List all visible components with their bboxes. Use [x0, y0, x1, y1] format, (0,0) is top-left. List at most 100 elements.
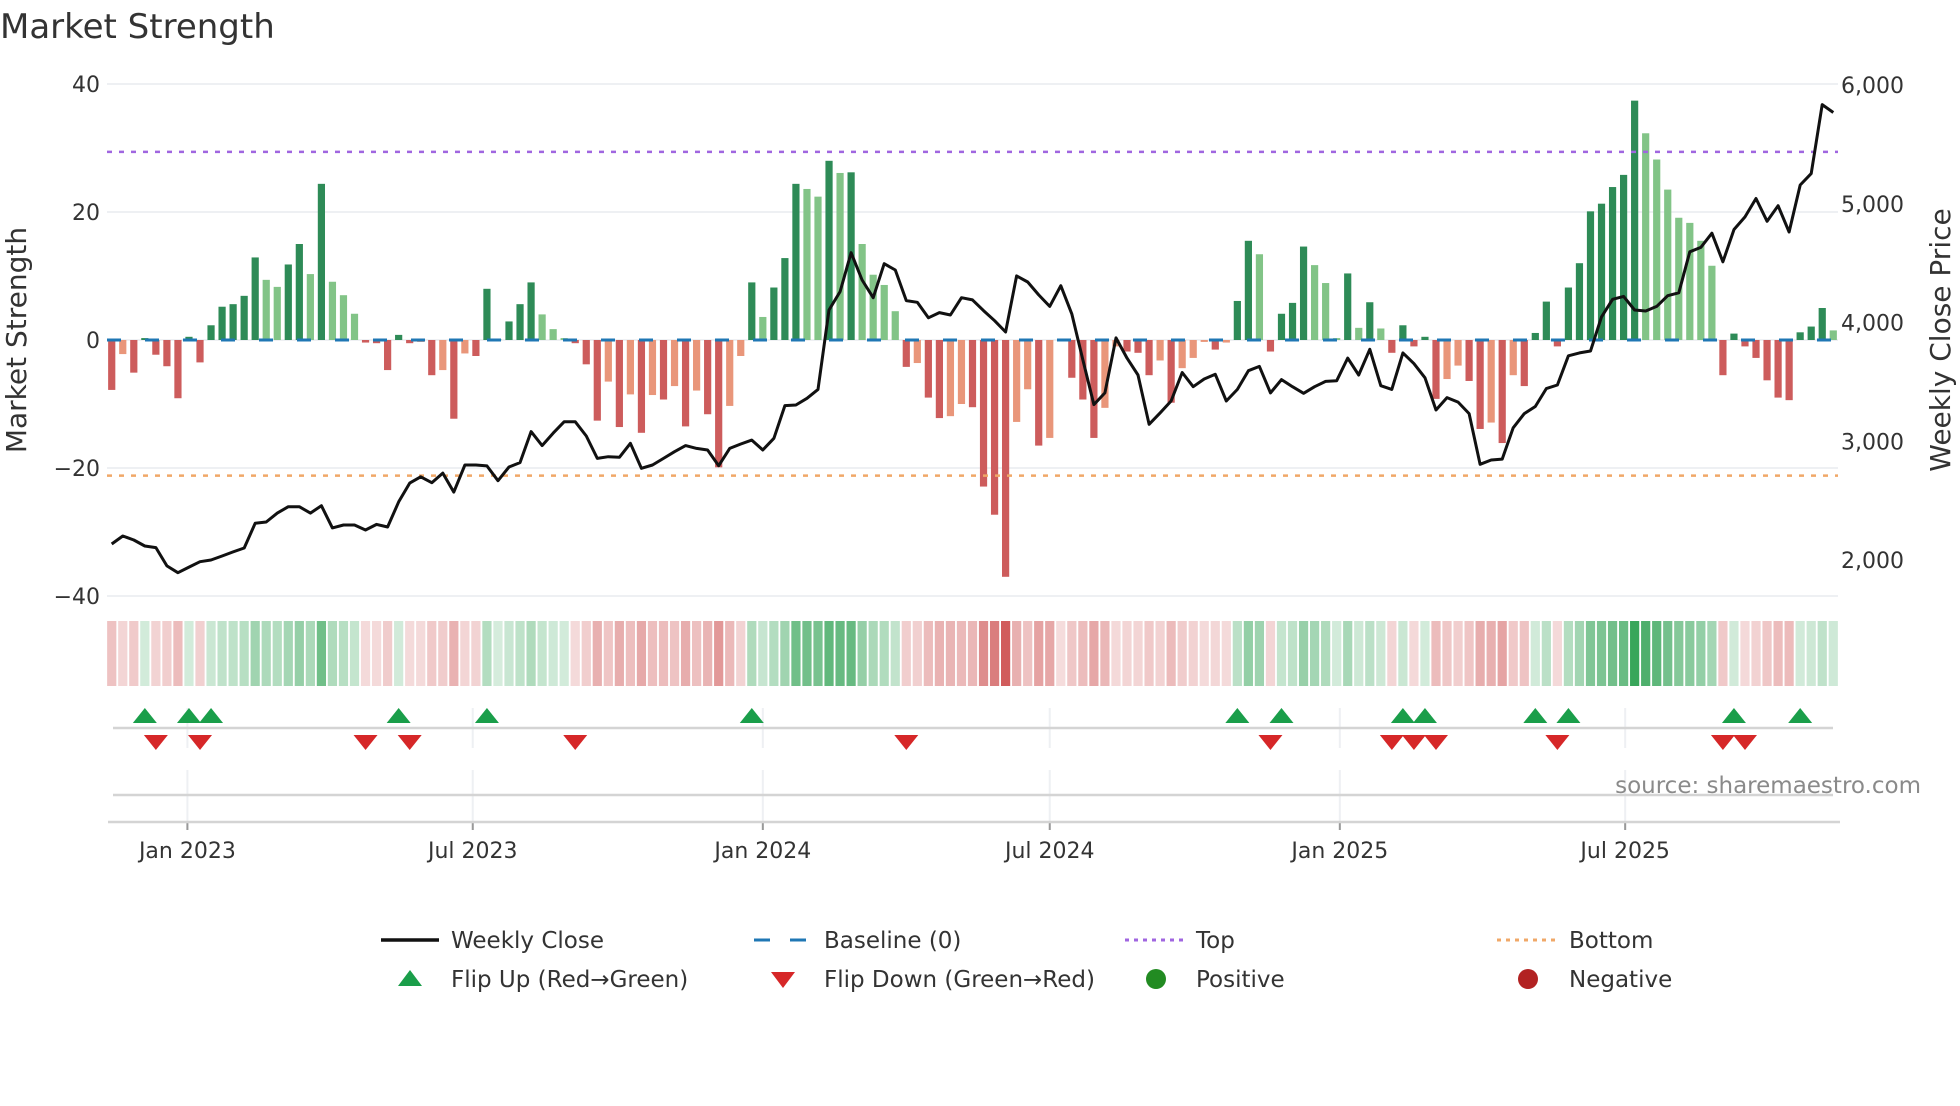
- heat-cell: [614, 621, 624, 686]
- heat-cell: [636, 621, 647, 686]
- left-tick-label: 40: [72, 73, 100, 98]
- flip-up-marker: [1390, 708, 1415, 723]
- heat-cell: [1585, 621, 1596, 686]
- heat-cell: [327, 621, 338, 686]
- strength-bar: [361, 340, 370, 343]
- left-tick-label: 0: [86, 329, 100, 354]
- flip-up-marker: [1556, 708, 1581, 723]
- heat-cell: [1497, 621, 1507, 686]
- heat-cell: [967, 621, 978, 686]
- legend-label: Flip Up (Red→Green): [451, 967, 688, 993]
- strength-bar: [1465, 340, 1473, 381]
- heat-cell: [1431, 621, 1441, 686]
- right-tick-label: 4,000: [1841, 312, 1904, 337]
- strength-bar: [1575, 263, 1584, 340]
- strength-bar: [207, 325, 215, 340]
- heat-cell: [1387, 621, 1397, 686]
- strength-bar: [1608, 187, 1617, 340]
- strength-bar: [715, 340, 723, 468]
- heat-cell: [1475, 621, 1485, 686]
- left-axis: 40 20 0 −20 −40: [54, 73, 100, 610]
- heat-cell: [813, 621, 823, 686]
- left-axis-title: Market Strength: [0, 227, 33, 453]
- strength-bar: [1200, 340, 1208, 342]
- heat-cell: [140, 621, 150, 686]
- circle-icon: [1518, 969, 1538, 989]
- x-axis: Jan 2023 Jul 2023 Jan 2024 Jul 2024 Jan 2025…: [108, 770, 1840, 864]
- strength-bar: [1708, 265, 1716, 340]
- strength-bar: [1818, 308, 1826, 340]
- heat-cell: [1276, 621, 1287, 686]
- heat-cell: [184, 621, 194, 686]
- strength-bar: [1785, 340, 1793, 401]
- heat-cell: [383, 621, 393, 686]
- left-tick-label: 20: [72, 201, 100, 226]
- flip-up-marker: [474, 708, 499, 723]
- legend-item-flip-down: Flip Down (Green→Red): [771, 967, 1095, 993]
- heat-cell: [107, 621, 117, 686]
- strength-bar: [339, 295, 348, 340]
- heat-cell: [195, 621, 205, 686]
- heat-cell: [1133, 621, 1143, 686]
- flip-markers: [113, 708, 1833, 750]
- strength-bar: [781, 258, 789, 340]
- strength-bar: [1520, 340, 1528, 387]
- flip-up-marker: [176, 708, 201, 723]
- strength-bar: [1344, 273, 1352, 340]
- strength-bar: [284, 264, 292, 340]
- legend-label: Weekly Close: [451, 928, 604, 954]
- strength-bar: [428, 340, 436, 376]
- heat-cell: [956, 621, 967, 686]
- strength-bar: [1774, 340, 1782, 398]
- heat-cell: [1618, 621, 1629, 686]
- strength-bar: [461, 340, 469, 354]
- flip-down-marker: [143, 735, 168, 750]
- strength-bar: [262, 279, 270, 340]
- x-tick-label: Jul 2023: [426, 839, 518, 864]
- right-axis-title: Weekly Close Price: [1924, 208, 1957, 471]
- flip-down-marker: [1423, 735, 1448, 750]
- heat-cell: [294, 621, 304, 686]
- heat-cell: [261, 621, 271, 686]
- strength-bar: [737, 340, 745, 356]
- heat-cell: [1718, 621, 1728, 686]
- heat-cell: [1519, 621, 1529, 686]
- strength-bar: [196, 340, 204, 363]
- legend-item-flip-up: Flip Up (Red→Green): [398, 967, 688, 993]
- legend-item-baseline: Baseline (0): [754, 928, 961, 954]
- strength-bar: [1355, 327, 1363, 340]
- heat-cell: [945, 621, 956, 686]
- heat-cell: [901, 621, 911, 686]
- strength-bar: [384, 340, 392, 371]
- strength-bar: [1377, 328, 1385, 340]
- flip-up-marker: [132, 708, 157, 723]
- heat-cell: [1287, 621, 1298, 686]
- heat-cell: [173, 621, 183, 686]
- strength-bar: [174, 340, 182, 399]
- strength-bar: [1719, 340, 1727, 376]
- strength-bar: [328, 281, 337, 340]
- heat-cell: [570, 621, 580, 686]
- heat-cell: [338, 621, 349, 686]
- heat-cell: [736, 621, 746, 686]
- flip-up-marker: [739, 708, 764, 723]
- strength-bar: [1763, 340, 1771, 381]
- strength-bar: [1653, 159, 1661, 340]
- strength-bar: [957, 340, 966, 404]
- strength-heat-strip: [107, 621, 1838, 686]
- heat-cell: [1641, 621, 1651, 686]
- heat-cell: [1221, 621, 1231, 686]
- heat-cell: [1078, 621, 1088, 686]
- heat-cell: [835, 621, 845, 686]
- strength-bar: [1002, 340, 1010, 577]
- legend-item-close: Weekly Close: [381, 928, 604, 954]
- flip-down-marker: [1732, 735, 1757, 750]
- legend-label: Bottom: [1569, 928, 1653, 954]
- strength-bar: [549, 329, 557, 340]
- strength-bar: [1542, 301, 1550, 340]
- heat-cell: [1795, 621, 1805, 686]
- heat-cell: [239, 621, 249, 686]
- heat-cell: [1762, 621, 1772, 686]
- strength-bar: [1311, 265, 1319, 340]
- flip-up-marker: [1269, 708, 1294, 723]
